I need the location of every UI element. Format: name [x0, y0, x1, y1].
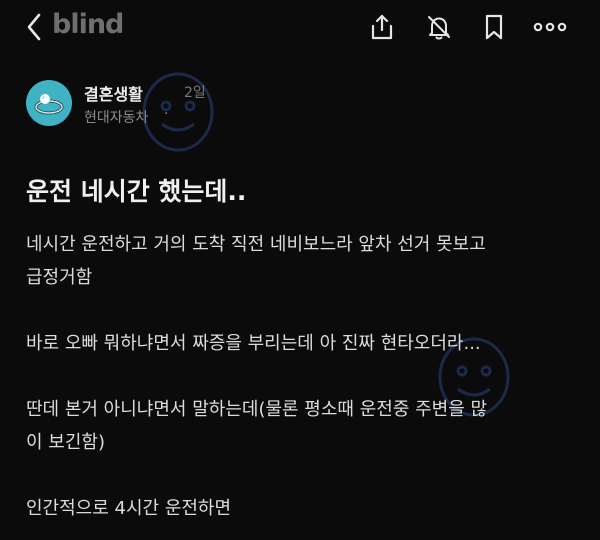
- post-line: 딴데 본거 아니냐면서 말하는데(물론 평소때 운전중 주변을 많: [26, 399, 488, 420]
- more-options-button[interactable]: [533, 12, 567, 42]
- share-icon: [371, 14, 393, 40]
- more-icon: [533, 22, 567, 32]
- post-line: 이 보긴함): [26, 432, 105, 453]
- company-separator: ·: [164, 106, 169, 122]
- post-title: 운전 네시간 했는데..: [26, 177, 247, 206]
- share-button[interactable]: [367, 12, 397, 42]
- post-line: 네시간 운전하고 거의 도착 직전 네비보느라 앞차 선거 못보고: [26, 234, 486, 255]
- brand-logo: blind: [52, 9, 124, 40]
- post-line: 급정거함: [26, 267, 93, 288]
- author-company[interactable]: 현대자동차: [84, 107, 148, 127]
- back-button[interactable]: [22, 12, 46, 42]
- post-line: 인간적으로 4시간 운전하면: [26, 498, 232, 519]
- post-line: 바로 오빠 뭐하냐면서 짜증을 부리는데 아 진짜 현타오더라...: [26, 333, 481, 354]
- avatar[interactable]: [26, 80, 72, 126]
- notification-toggle-button[interactable]: [424, 12, 454, 42]
- author-name[interactable]: 결혼생활: [84, 81, 143, 105]
- notification-off-icon: [428, 16, 450, 40]
- back-icon: [27, 13, 41, 41]
- bookmark-icon: [485, 14, 503, 40]
- avatar-ring-icon: [34, 94, 64, 115]
- post-time: 2일: [184, 85, 206, 101]
- bookmark-button[interactable]: [479, 12, 509, 42]
- top-bar: blind: [0, 0, 600, 56]
